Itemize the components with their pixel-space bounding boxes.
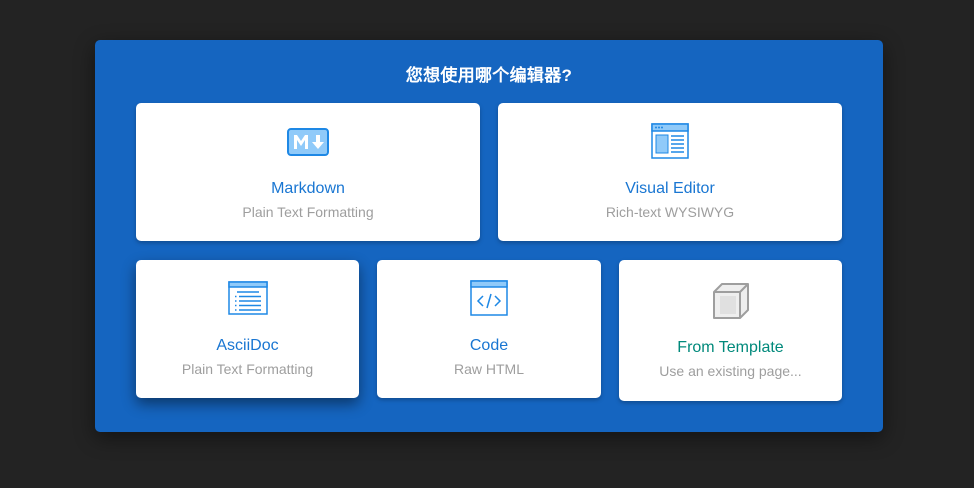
editor-card-asciidoc[interactable]: AsciiDoc Plain Text Formatting (136, 260, 359, 398)
code-icon (470, 280, 508, 316)
editor-card-markdown[interactable]: Markdown Plain Text Formatting (136, 103, 480, 241)
card-title: Code (469, 337, 509, 354)
card-title: Markdown (271, 180, 345, 197)
card-title: AsciiDoc (216, 337, 279, 354)
card-subtitle: Plain Text Formatting (181, 361, 314, 377)
card-subtitle: Use an existing page... (659, 363, 802, 379)
card-title: Visual Editor (625, 180, 715, 197)
template-cube-icon (712, 282, 750, 320)
visual-editor-icon (651, 123, 689, 159)
dialog-title: 您想使用哪个编辑器? (405, 66, 573, 85)
card-title: From Template (677, 339, 784, 356)
card-subtitle: Raw HTML (453, 361, 524, 377)
card-subtitle: Rich-text WYSIWYG (605, 204, 735, 220)
markdown-icon (287, 128, 329, 156)
asciidoc-icon (227, 281, 268, 315)
editor-card-code[interactable]: Code Raw HTML (377, 260, 601, 398)
editor-card-visual-editor[interactable]: Visual Editor Rich-text WYSIWYG (498, 103, 842, 241)
card-subtitle: Plain Text Formatting (242, 204, 374, 220)
editor-card-from-template[interactable]: From Template Use an existing page... (619, 260, 842, 401)
editor-selection-dialog: 您想使用哪个编辑器? Markdown Plain Text Formattin… (95, 40, 883, 432)
